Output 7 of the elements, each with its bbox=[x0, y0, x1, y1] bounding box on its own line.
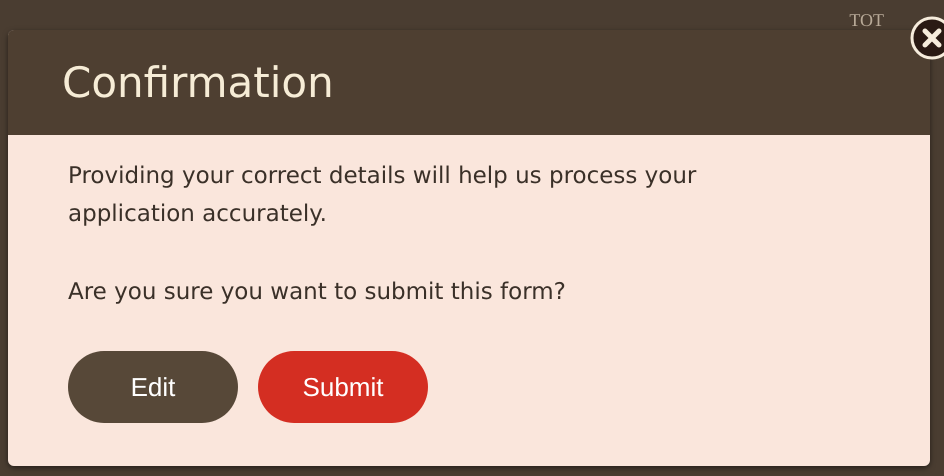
close-icon[interactable] bbox=[910, 16, 944, 60]
submit-button[interactable]: Submit bbox=[258, 351, 428, 423]
dialog-message: Providing your correct details will help us process your application accurately. bbox=[68, 162, 698, 229]
edit-button[interactable]: Edit bbox=[68, 351, 238, 423]
dialog-message: Are you sure you want to submit this form? bbox=[68, 278, 567, 307]
dialog-title: Confirmation bbox=[62, 58, 334, 107]
background-text: TOT bbox=[849, 10, 884, 30]
